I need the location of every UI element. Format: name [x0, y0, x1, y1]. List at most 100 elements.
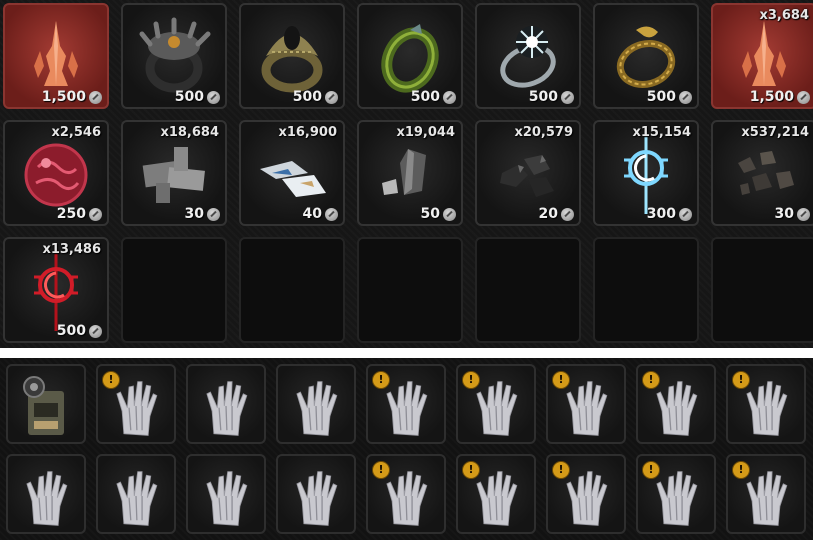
price-label: 40 — [303, 206, 338, 222]
empty-slot[interactable] — [475, 237, 581, 343]
item-slot-skeletal-hand[interactable]: ! — [546, 364, 626, 444]
quantity-label: x13,486 — [42, 242, 101, 257]
item-slot-skeletal-hand[interactable] — [276, 364, 356, 444]
item-slot-blood-orb[interactable]: x2,546 250 — [3, 120, 109, 226]
coin-icon — [797, 90, 810, 104]
skeletal-hand-icon — [206, 470, 248, 526]
empty-slot[interactable] — [239, 237, 345, 343]
jade-ring-icon — [381, 24, 439, 93]
iron-plates-icon — [142, 147, 205, 203]
rubble-icon — [738, 151, 794, 195]
item-slot-jade-ring[interactable]: 500 — [357, 3, 463, 109]
item-slot-skeletal-hand[interactable]: ! — [366, 454, 446, 534]
warning-icon: ! — [462, 461, 480, 479]
tentacle-ring-icon — [139, 17, 211, 93]
warning-icon: ! — [102, 371, 120, 389]
item-slot-skeletal-hand[interactable]: ! — [636, 454, 716, 534]
warning-icon: ! — [642, 461, 660, 479]
empty-slot[interactable] — [593, 237, 699, 343]
item-slot-blood-sigil[interactable]: x13,486 500 — [3, 237, 109, 343]
coin-icon — [443, 207, 456, 221]
quantity-label: x15,154 — [632, 125, 691, 140]
coin-icon — [561, 207, 574, 221]
price-label: 50 — [421, 206, 456, 222]
item-slot-tentacle-ring[interactable]: 500 — [121, 3, 227, 109]
item-slot-gold-scale-ring[interactable]: 500 — [239, 3, 345, 109]
item-slot-frost-sigil[interactable]: x15,154 300 — [593, 120, 699, 226]
hand-inventory-panel: !!!!!!!!!!! — [0, 358, 813, 540]
price-label: 500 — [647, 89, 692, 105]
coin-icon — [325, 90, 338, 104]
crimson-crystal-icon — [34, 21, 78, 86]
item-slot-skeletal-hand[interactable]: ! — [726, 364, 806, 444]
empty-slot[interactable] — [121, 237, 227, 343]
coin-icon — [325, 207, 338, 221]
coin-icon — [679, 207, 692, 221]
golden-serpent-ring-icon — [616, 26, 676, 88]
price-label: 1,500 — [42, 89, 102, 105]
quantity-label: x18,684 — [160, 125, 219, 140]
item-slot-skeletal-hand[interactable]: ! — [636, 364, 716, 444]
item-slot-device-pack[interactable] — [6, 364, 86, 444]
price-label: 500 — [529, 89, 574, 105]
item-slot-golden-serpent-ring[interactable]: 500 — [593, 3, 699, 109]
warning-icon: ! — [372, 371, 390, 389]
item-slot-skeletal-hand[interactable]: ! — [366, 364, 446, 444]
skeletal-hand-icon — [296, 380, 338, 436]
item-slot-skeletal-hand[interactable]: ! — [726, 454, 806, 534]
warning-icon: ! — [372, 461, 390, 479]
frost-sigil-icon — [624, 132, 668, 214]
empty-slot[interactable] — [711, 237, 813, 343]
item-slot-skeletal-hand[interactable] — [6, 454, 86, 534]
crimson-crystal-icon — [742, 21, 786, 86]
coin-icon — [679, 90, 692, 104]
quantity-label: x537,214 — [741, 125, 809, 140]
warning-icon: ! — [552, 461, 570, 479]
item-slot-skeletal-hand[interactable]: ! — [546, 454, 626, 534]
item-slot-crimson-crystal-stack[interactable]: x3,684 1,500 — [711, 3, 813, 109]
coin-icon — [207, 207, 220, 221]
quantity-label: x2,546 — [51, 125, 101, 140]
price-label: 500 — [57, 323, 102, 339]
price-label: 500 — [293, 89, 338, 105]
coal-chunks-icon — [500, 155, 554, 197]
price-label: 1,500 — [750, 89, 810, 105]
gold-scale-ring-icon — [261, 26, 323, 93]
item-slot-frost-ring[interactable]: 500 — [475, 3, 581, 109]
item-slot-skeletal-hand[interactable]: ! — [456, 364, 536, 444]
quantity-label: x16,900 — [278, 125, 337, 140]
warning-icon: ! — [732, 371, 750, 389]
item-slot-skeletal-hand[interactable]: ! — [96, 364, 176, 444]
coin-icon — [797, 207, 810, 221]
cloth-scraps-icon — [260, 161, 326, 197]
price-label: 500 — [175, 89, 220, 105]
skeletal-hand-icon — [26, 470, 68, 526]
stash-panel: 1,500 500 500 500 500 500 x3,684 1,500 x… — [0, 0, 813, 348]
item-slot-skeletal-hand[interactable] — [186, 364, 266, 444]
item-slot-skeletal-hand[interactable] — [96, 454, 176, 534]
coin-icon — [443, 90, 456, 104]
coin-icon — [207, 90, 220, 104]
item-slot-crimson-crystal[interactable]: 1,500 — [3, 3, 109, 109]
coin-icon — [89, 324, 102, 338]
item-slot-coal-chunks[interactable]: x20,579 20 — [475, 120, 581, 226]
blood-sigil-icon — [34, 249, 78, 331]
skeletal-hand-icon — [206, 380, 248, 436]
item-slot-skeletal-hand[interactable] — [276, 454, 356, 534]
warning-icon: ! — [462, 371, 480, 389]
blood-orb-icon — [24, 143, 88, 207]
empty-slot[interactable] — [357, 237, 463, 343]
coin-icon — [89, 90, 102, 104]
quantity-label: x3,684 — [759, 8, 809, 23]
price-label: 250 — [57, 206, 102, 222]
price-label: 30 — [775, 206, 810, 222]
price-label: 500 — [411, 89, 456, 105]
device-pack-icon — [23, 375, 64, 435]
item-slot-skeletal-hand[interactable]: ! — [456, 454, 536, 534]
item-slot-rubble[interactable]: x537,214 30 — [711, 120, 813, 226]
item-slot-stone-shards[interactable]: x19,044 50 — [357, 120, 463, 226]
item-slot-cloth-scraps[interactable]: x16,900 40 — [239, 120, 345, 226]
price-label: 300 — [647, 206, 692, 222]
item-slot-skeletal-hand[interactable] — [186, 454, 266, 534]
item-slot-iron-plates[interactable]: x18,684 30 — [121, 120, 227, 226]
